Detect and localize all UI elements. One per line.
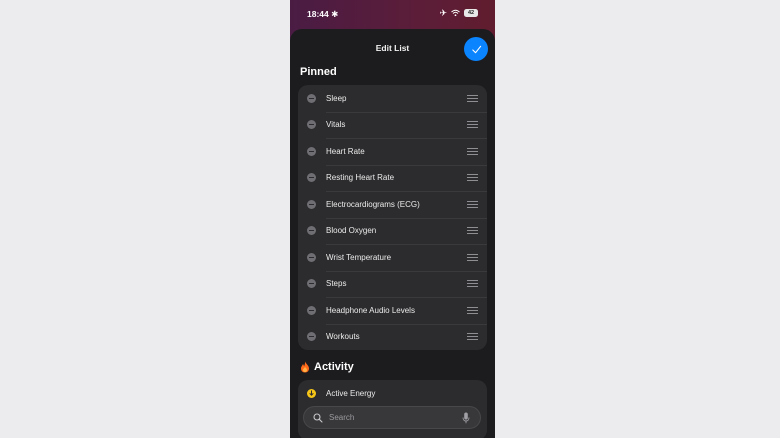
remove-icon[interactable] bbox=[307, 252, 316, 262]
list-item[interactable]: Steps bbox=[298, 270, 487, 298]
pinned-heading: Pinned bbox=[300, 66, 337, 78]
list-item-label: Blood Oxygen bbox=[326, 226, 377, 236]
list-item-label: Wrist Temperature bbox=[326, 252, 392, 262]
list-item[interactable]: Sleep bbox=[298, 85, 487, 112]
remove-icon[interactable] bbox=[307, 279, 316, 289]
reorder-handle-icon[interactable] bbox=[467, 94, 478, 102]
status-icons: ✈ 42 bbox=[439, 8, 478, 18]
list-item[interactable]: Headphone Audio Levels bbox=[298, 297, 487, 324]
microphone-icon[interactable] bbox=[462, 412, 470, 424]
list-item[interactable]: Vitals bbox=[298, 111, 487, 139]
done-button[interactable] bbox=[464, 37, 488, 61]
list-item-label: Workouts bbox=[326, 332, 360, 342]
reorder-handle-icon[interactable] bbox=[467, 333, 478, 341]
list-item-label: Steps bbox=[326, 279, 347, 289]
remove-icon[interactable] bbox=[307, 93, 316, 103]
wifi-icon bbox=[451, 9, 460, 17]
list-item[interactable]: Active Energy bbox=[298, 380, 487, 407]
remove-icon[interactable] bbox=[307, 199, 316, 209]
reorder-handle-icon[interactable] bbox=[467, 306, 478, 314]
list-item-label: Electrocardiograms (ECG) bbox=[326, 199, 420, 209]
reorder-handle-icon[interactable] bbox=[467, 174, 478, 182]
pinned-list: Sleep Vitals Heart Rate Resting Heart Ra… bbox=[298, 85, 487, 350]
list-item[interactable]: Heart Rate bbox=[298, 138, 487, 165]
reorder-handle-icon[interactable] bbox=[467, 121, 478, 129]
status-time: 18:44 ✱ bbox=[307, 9, 339, 19]
list-item-label: Heart Rate bbox=[326, 146, 365, 156]
remove-icon[interactable] bbox=[307, 226, 316, 236]
list-item-label: Vitals bbox=[326, 120, 346, 130]
list-item[interactable]: Wrist Temperature bbox=[298, 244, 487, 271]
battery-icon: 42 bbox=[464, 9, 478, 17]
airplane-icon: ✈ bbox=[439, 8, 447, 18]
arrow-down-icon bbox=[309, 390, 314, 397]
reorder-handle-icon[interactable] bbox=[467, 147, 478, 155]
reorder-handle-icon[interactable] bbox=[467, 253, 478, 261]
list-item[interactable]: Electrocardiograms (ECG) bbox=[298, 191, 487, 218]
status-bar: 18:44 ✱ ✈ 42 bbox=[290, 0, 495, 28]
checkmark-icon bbox=[471, 45, 481, 53]
search-icon bbox=[313, 413, 323, 423]
activity-heading: Activity bbox=[300, 361, 354, 373]
list-item-label: Resting Heart Rate bbox=[326, 173, 395, 183]
list-item[interactable]: Blood Oxygen bbox=[298, 217, 487, 245]
search-input[interactable]: Search bbox=[303, 406, 481, 429]
list-item-label: Sleep bbox=[326, 93, 347, 103]
remove-icon[interactable] bbox=[307, 305, 316, 315]
edit-list-sheet: Edit List Pinned Sleep Vitals Heart Rate bbox=[290, 29, 495, 438]
list-item-label: Active Energy bbox=[326, 388, 376, 398]
list-item[interactable]: Workouts bbox=[298, 323, 487, 351]
list-item[interactable]: Resting Heart Rate bbox=[298, 164, 487, 192]
reorder-handle-icon[interactable] bbox=[467, 280, 478, 288]
remove-icon[interactable] bbox=[307, 120, 316, 130]
reorder-handle-icon[interactable] bbox=[467, 200, 478, 208]
search-placeholder: Search bbox=[329, 413, 355, 422]
asterisk-icon: ✱ bbox=[331, 9, 339, 19]
reorder-handle-icon[interactable] bbox=[467, 227, 478, 235]
remove-icon[interactable] bbox=[307, 173, 316, 183]
energy-add-icon[interactable] bbox=[307, 388, 316, 398]
remove-icon[interactable] bbox=[307, 332, 316, 342]
flame-icon bbox=[301, 361, 309, 373]
remove-icon[interactable] bbox=[307, 146, 316, 156]
list-item-label: Headphone Audio Levels bbox=[326, 305, 415, 315]
phone-screen: 18:44 ✱ ✈ 42 Edit List Pinned Sleep Vita… bbox=[290, 0, 495, 438]
